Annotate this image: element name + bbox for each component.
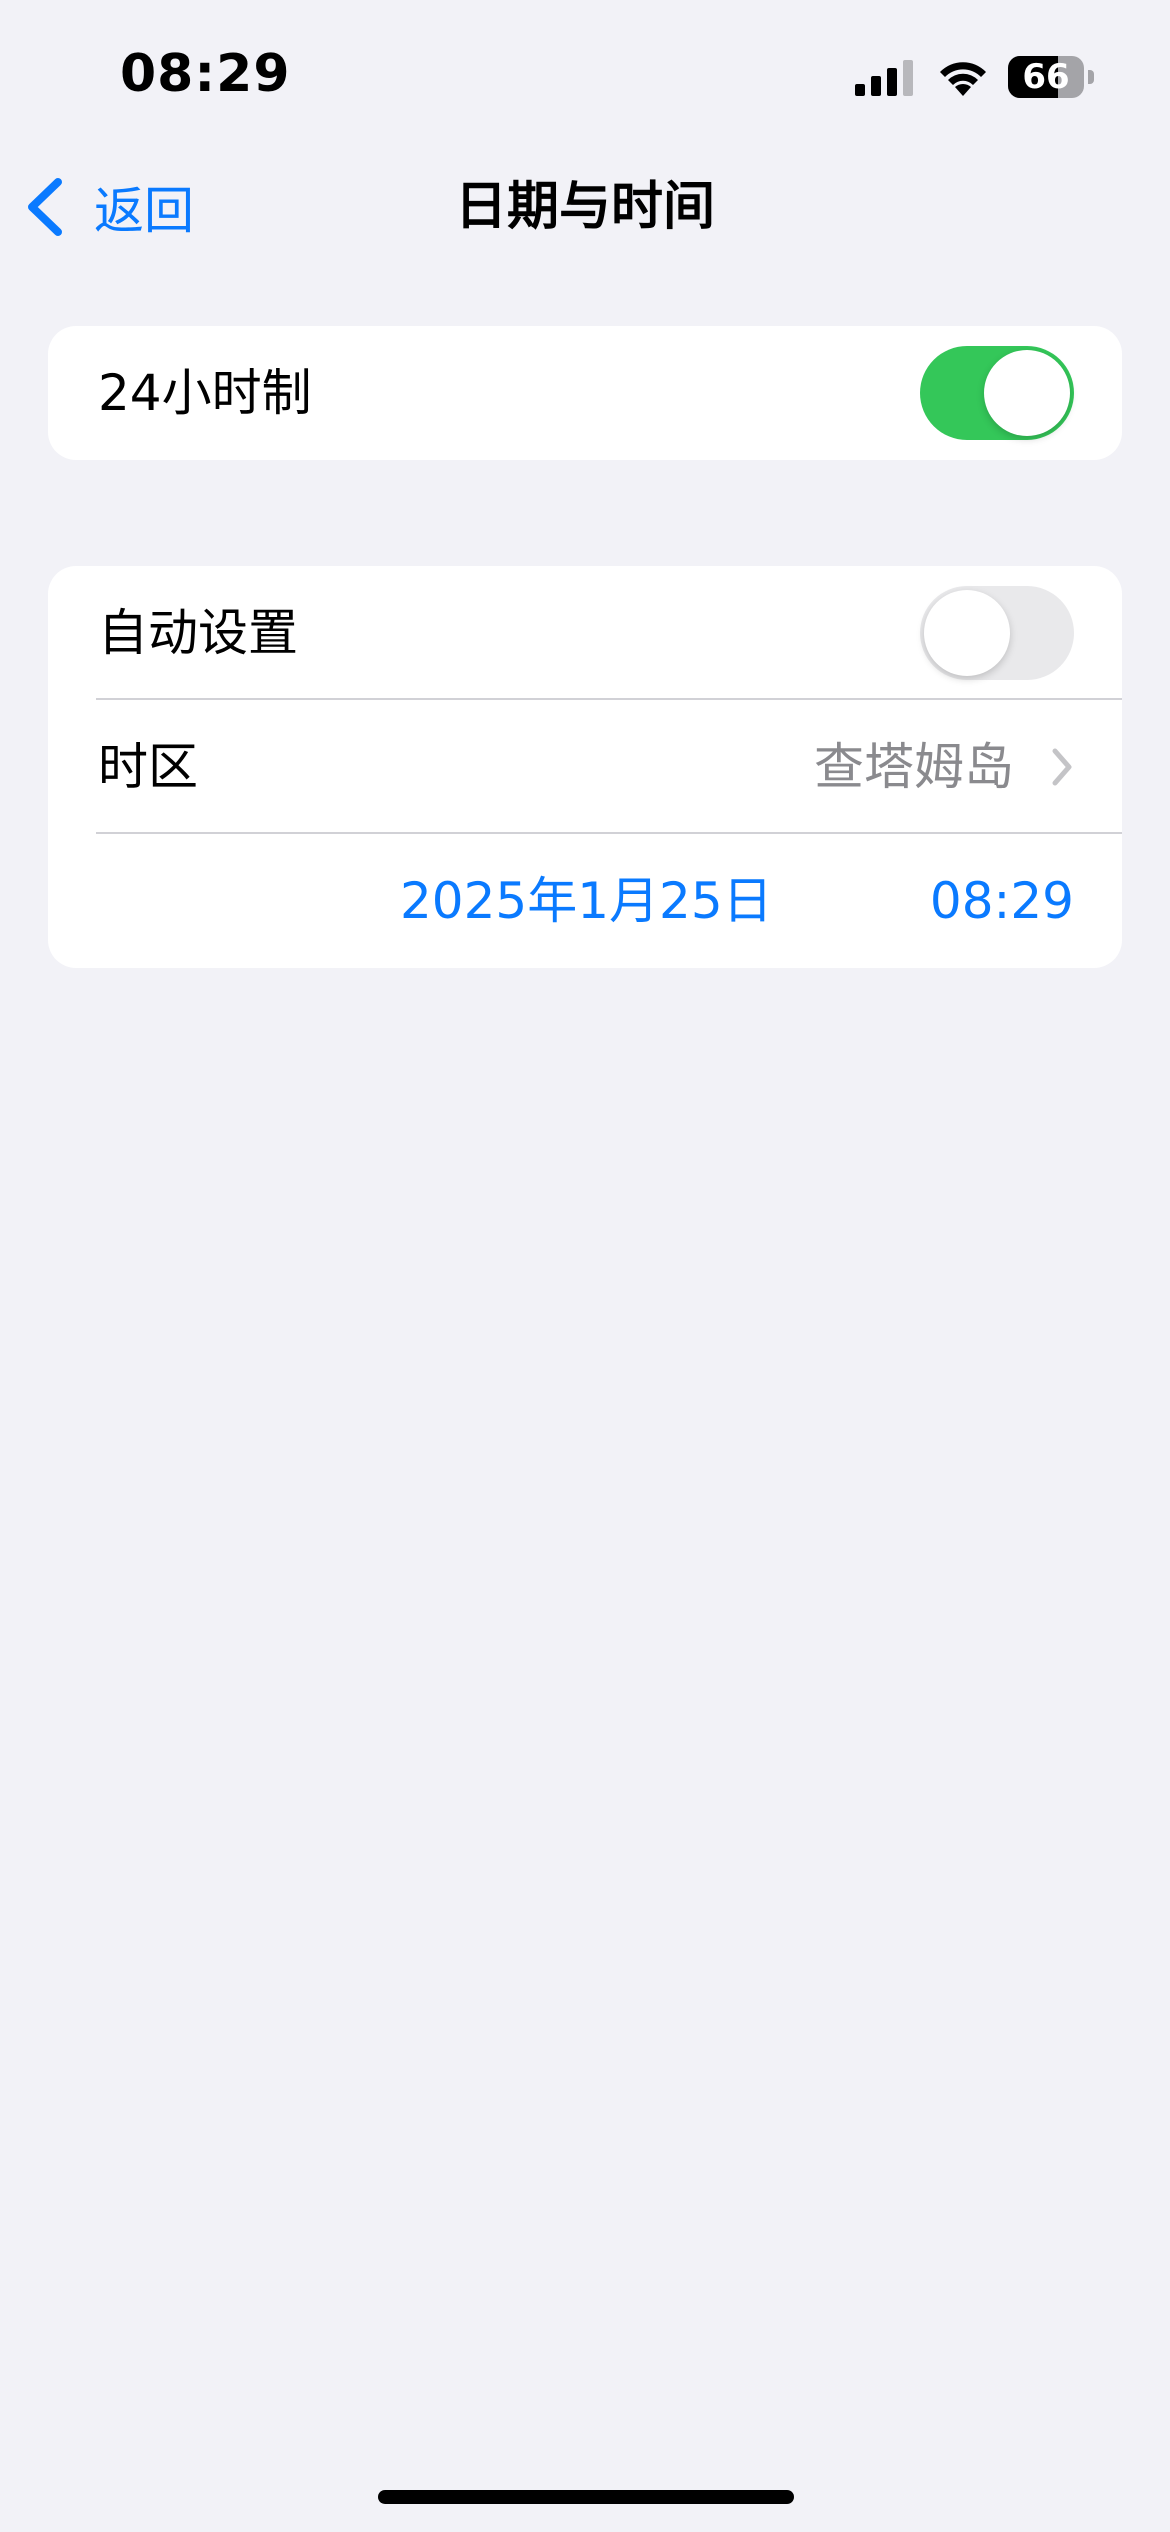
toggle-auto-set[interactable] xyxy=(920,586,1074,680)
back-button[interactable]: 返回 xyxy=(22,160,194,254)
timezone-value: 查塔姆岛 xyxy=(814,738,1014,796)
navigation-bar: 日期与时间 返回 xyxy=(0,160,1170,254)
chevron-left-icon xyxy=(28,178,62,236)
date-button[interactable]: 2025年1月25日 xyxy=(400,834,773,968)
toggle-knob xyxy=(924,590,1010,676)
cellular-signal-icon xyxy=(855,60,913,96)
row-date-time: 2025年1月25日 08:29 xyxy=(48,834,1122,968)
row-auto-set: 自动设置 xyxy=(48,566,1122,700)
row-timezone[interactable]: 时区 查塔姆岛 xyxy=(48,700,1122,834)
status-time: 08:29 xyxy=(120,44,291,104)
settings-group-datetime: 自动设置 时区 查塔姆岛 2025年1月25日 08:29 xyxy=(48,566,1122,968)
toggle-knob xyxy=(984,350,1070,436)
battery-level: 66 xyxy=(1022,57,1070,97)
toggle-24-hour[interactable] xyxy=(920,346,1074,440)
home-indicator[interactable] xyxy=(378,2490,794,2504)
battery-icon: 66 xyxy=(1008,56,1094,98)
row-label-timezone: 时区 xyxy=(98,738,198,796)
row-label-24-hour: 24小时制 xyxy=(98,364,312,422)
row-24-hour: 24小时制 xyxy=(48,326,1122,460)
chevron-right-icon xyxy=(1052,748,1072,786)
row-label-auto-set: 自动设置 xyxy=(98,604,298,662)
back-label: 返回 xyxy=(94,182,194,240)
time-button[interactable]: 08:29 xyxy=(930,834,1074,968)
settings-group-format: 24小时制 xyxy=(48,326,1122,460)
status-bar: 08:29 66 xyxy=(0,0,1170,150)
wifi-icon xyxy=(940,62,986,96)
